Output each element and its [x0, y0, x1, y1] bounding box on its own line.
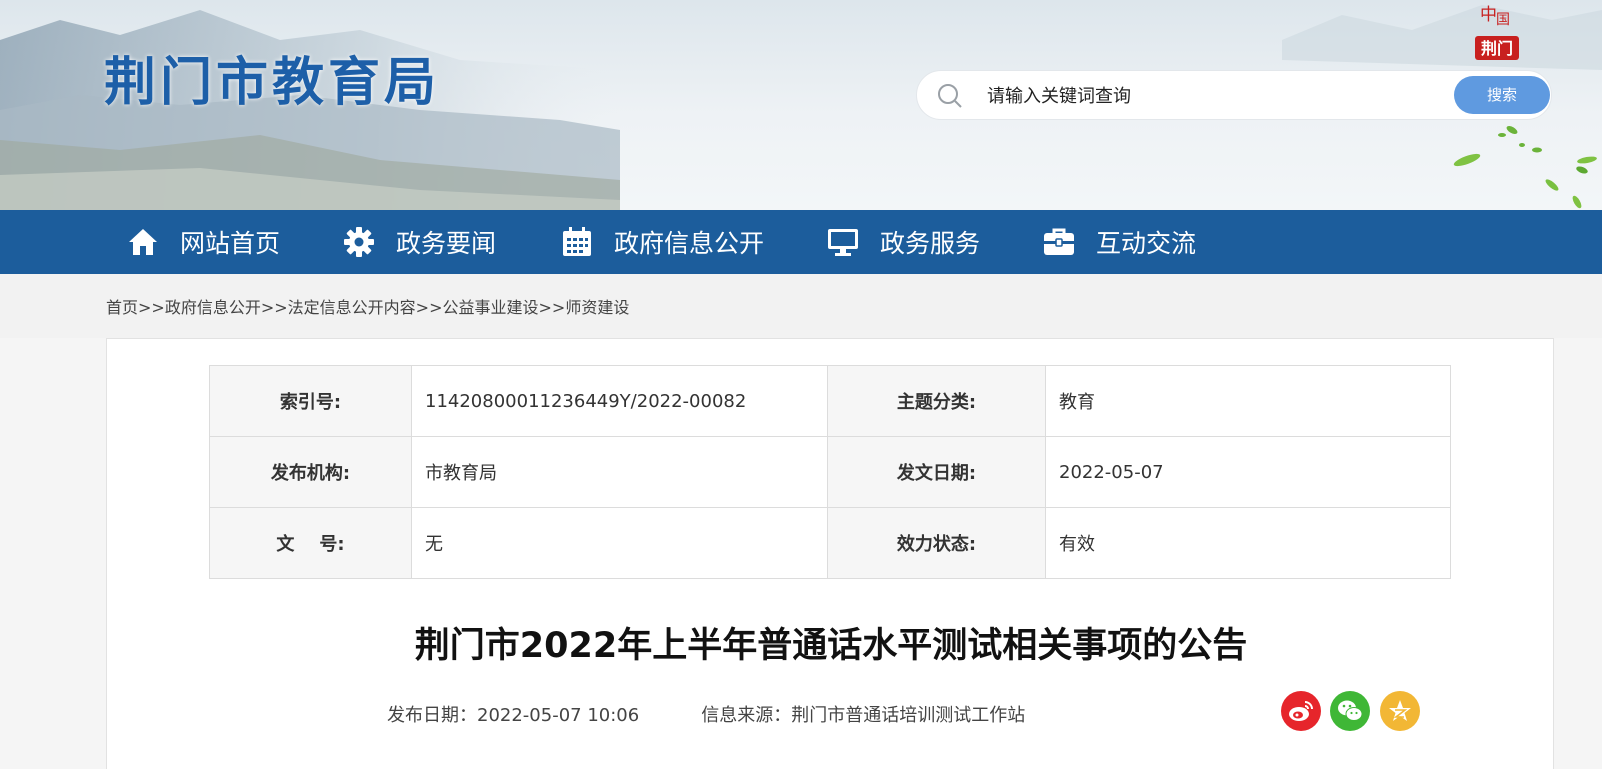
breadcrumb-bar: 首页>>政府信息公开>>法定信息公开内容>>公益事业建设>>师资建设 — [0, 274, 1602, 338]
publish-info: 发布日期：2022-05-07 10:06 信息来源：荆门市普通话培训测试工作站 — [387, 701, 1025, 727]
share-qzone-button[interactable] — [1380, 691, 1420, 731]
breadcrumb-separator: >> — [538, 298, 566, 317]
status-label: 效力状态: — [827, 507, 1046, 579]
share-wechat-button[interactable] — [1330, 691, 1370, 731]
status-value: 有效 — [1045, 507, 1451, 579]
content-panel: 索引号: 11420800011236449Y/2022-00082 主题分类:… — [106, 338, 1554, 769]
table-row: 发布机构: 市教育局 发文日期: 2022-05-07 — [209, 436, 1451, 508]
breadcrumb-link-teachers[interactable]: 师资建设 — [565, 298, 629, 317]
date-label: 发文日期: — [827, 436, 1046, 508]
search-box: 搜索 — [916, 70, 1552, 120]
qzone-star-icon — [1389, 700, 1411, 721]
topic-label: 主题分类: — [827, 365, 1046, 437]
monitor-icon — [828, 229, 858, 256]
breadcrumb-link-legal-info[interactable]: 法定信息公开内容 — [288, 298, 416, 317]
breadcrumb-link-home[interactable]: 首页 — [106, 298, 138, 317]
gear-icon — [344, 227, 374, 257]
search-button[interactable]: 搜索 — [1454, 76, 1550, 114]
date-value: 2022-05-07 — [1045, 436, 1451, 508]
weibo-icon — [1289, 701, 1313, 721]
index-value: 11420800011236449Y/2022-00082 — [411, 365, 828, 437]
nav-item-services[interactable]: 政务服务 — [826, 210, 980, 274]
info-source: 信息来源：荆门市普通话培训测试工作站 — [701, 705, 1026, 726]
docno-label: 文 号: — [209, 507, 412, 579]
nav-item-news[interactable]: 政务要闻 — [342, 210, 496, 274]
article-title: 荆门市2022年上半年普通话水平测试相关事项的公告 — [414, 626, 1248, 666]
org-label: 发布机构: — [209, 436, 412, 508]
search-icon — [938, 84, 962, 108]
org-value: 市教育局 — [411, 436, 828, 508]
topic-value: 教育 — [1045, 365, 1451, 437]
breadcrumb-link-gov-info[interactable]: 政府信息公开 — [165, 298, 261, 317]
header-banner: 荆门市教育局 中 国 荆门 搜索 — [0, 0, 1602, 210]
table-row: 索引号: 11420800011236449Y/2022-00082 主题分类:… — [209, 365, 1451, 437]
nav-label: 政务要闻 — [396, 229, 497, 258]
nav-label: 网站首页 — [180, 229, 281, 258]
nav-label: 政务服务 — [880, 229, 981, 258]
wechat-icon — [1338, 700, 1363, 721]
breadcrumb-separator: >> — [415, 298, 443, 317]
site-title[interactable]: 荆门市教育局 — [104, 40, 440, 115]
search-input[interactable] — [987, 81, 1347, 111]
table-row: 文 号: 无 效力状态: 有效 — [209, 507, 1451, 579]
breadcrumb: 首页>>政府信息公开>>法定信息公开内容>>公益事业建设>>师资建设 — [106, 294, 629, 318]
breadcrumb-separator: >> — [138, 298, 165, 317]
nav-item-home[interactable]: 网站首页 — [126, 210, 280, 274]
main-nav: 网站首页 政务要闻 政府信息公开 政务服务 互动交流 — [0, 210, 1602, 274]
breadcrumb-separator: >> — [260, 298, 288, 317]
docno-value: 无 — [411, 507, 828, 579]
nav-item-interaction[interactable]: 互动交流 — [1042, 210, 1196, 274]
share-weibo-button[interactable] — [1281, 691, 1321, 731]
svg-text:国: 国 — [1496, 12, 1510, 28]
index-label: 索引号: — [209, 365, 412, 437]
jingmen-logo-seal[interactable]: 中 国 荆门 — [1470, 2, 1524, 64]
svg-text:荆门: 荆门 — [1481, 39, 1513, 58]
nav-label: 政府信息公开 — [614, 229, 765, 258]
svg-text:中: 中 — [1480, 5, 1497, 25]
nav-item-gov-info[interactable]: 政府信息公开 — [560, 210, 764, 274]
briefcase-icon — [1044, 228, 1074, 255]
calendar-icon — [563, 227, 591, 256]
breadcrumb-link-public-welfare[interactable]: 公益事业建设 — [442, 298, 538, 317]
nav-label: 互动交流 — [1096, 229, 1197, 258]
document-meta-table: 索引号: 11420800011236449Y/2022-00082 主题分类:… — [209, 365, 1451, 579]
home-icon — [129, 229, 157, 255]
publish-date: 发布日期：2022-05-07 10:06 — [387, 705, 640, 726]
